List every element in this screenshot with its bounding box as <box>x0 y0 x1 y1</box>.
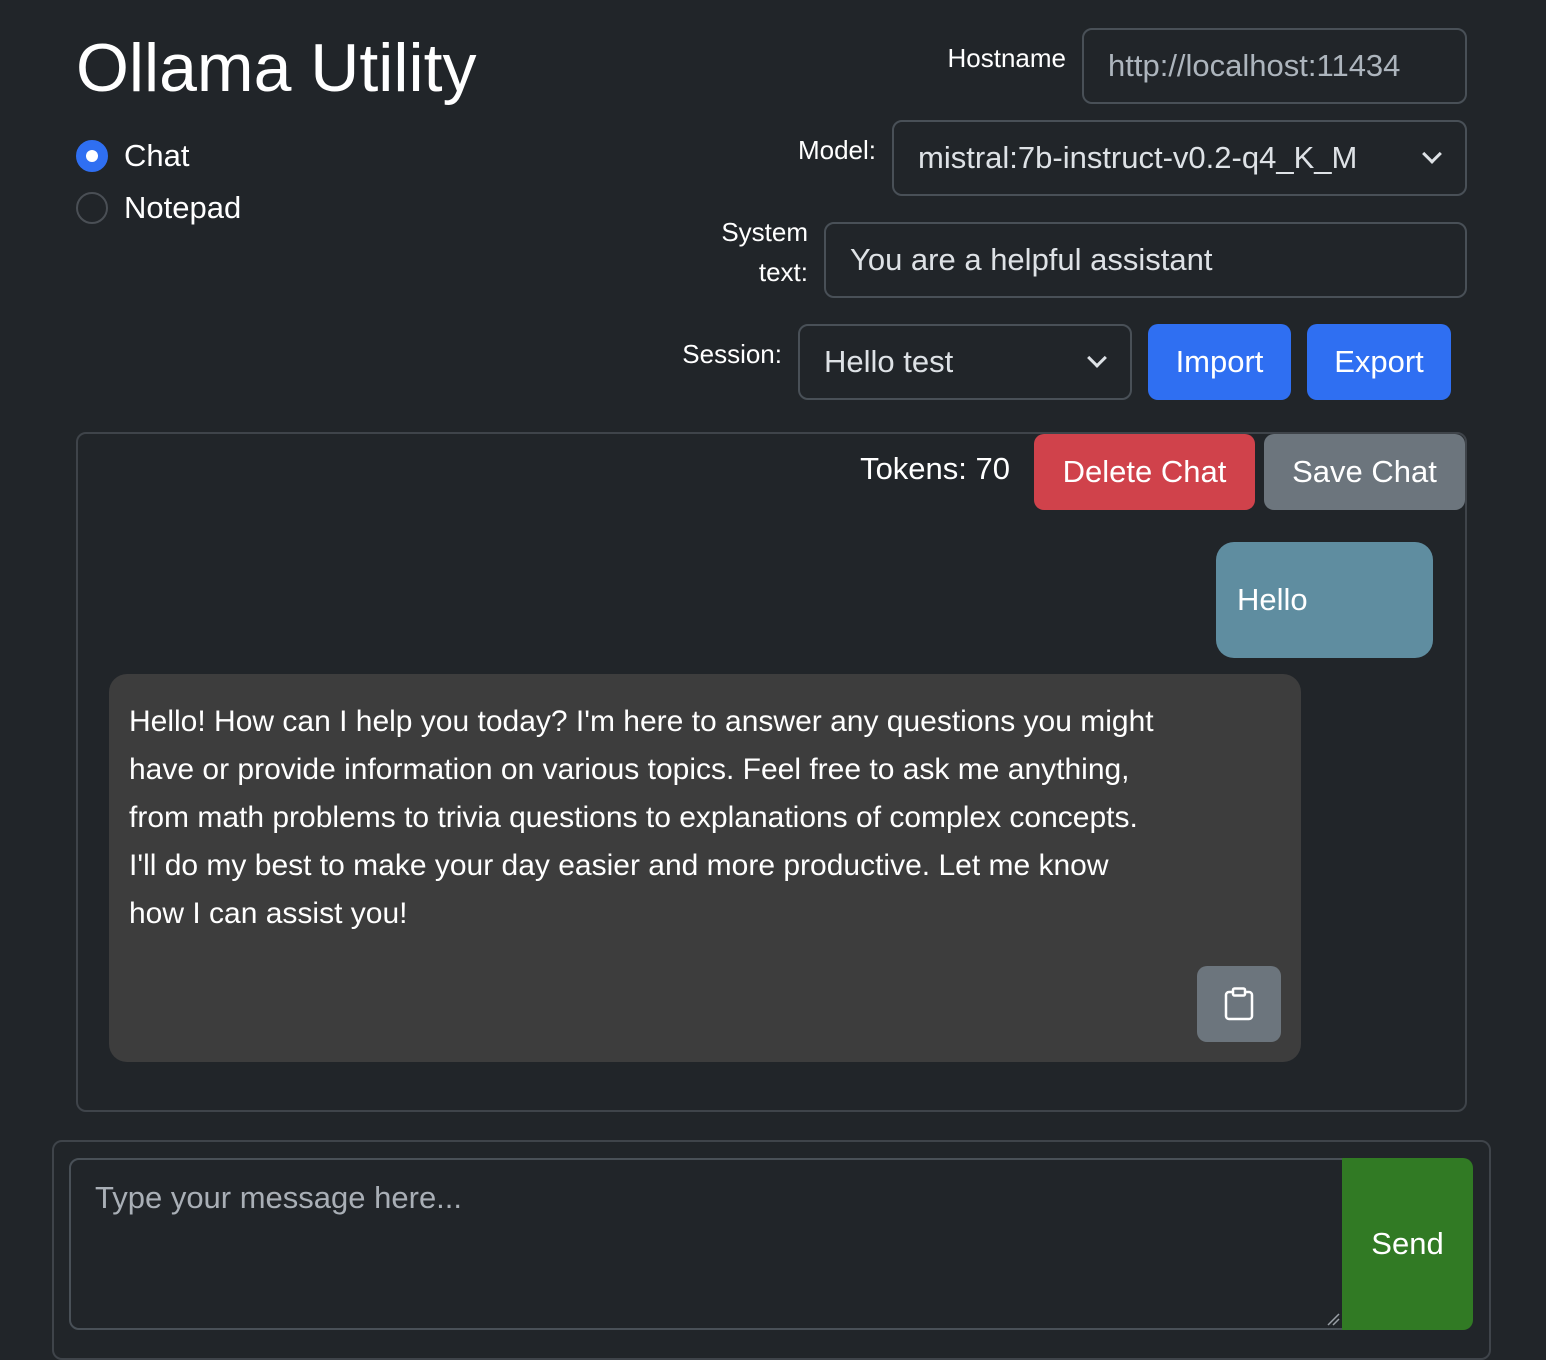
notepad-radio-label: Notepad <box>124 190 242 225</box>
token-count: Tokens: 70 <box>860 451 1010 486</box>
mode-option-chat[interactable]: Chat <box>76 130 241 182</box>
system-text-label-line1: System <box>721 217 808 247</box>
export-button[interactable]: Export <box>1307 324 1451 400</box>
chevron-down-icon <box>1422 144 1442 164</box>
assistant-message: Hello! How can I help you today? I'm her… <box>109 674 1301 1062</box>
session-label: Session: <box>682 339 782 369</box>
clipboard-icon <box>1224 987 1254 1021</box>
chevron-down-icon <box>1087 348 1107 368</box>
app-title: Ollama Utility <box>76 30 477 106</box>
system-text-label: System text: <box>680 212 808 292</box>
copy-button[interactable] <box>1197 966 1281 1042</box>
chat-radio[interactable] <box>76 140 108 172</box>
mode-radio-group: Chat Notepad <box>76 130 241 234</box>
session-select-value: Hello test <box>824 344 954 379</box>
model-select[interactable]: mistral:7b-instruct-v0.2-q4_K_M <box>892 120 1467 196</box>
import-button[interactable]: Import <box>1148 324 1291 400</box>
hostname-input[interactable]: http://localhost:11434 <box>1082 28 1467 104</box>
hostname-label: Hostname <box>947 43 1067 73</box>
system-text-input[interactable]: You are a helpful assistant <box>824 222 1467 298</box>
session-select[interactable]: Hello test <box>798 324 1132 400</box>
system-text-label-line2: text: <box>758 257 808 287</box>
model-select-value: mistral:7b-instruct-v0.2-q4_K_M <box>918 140 1358 175</box>
notepad-radio[interactable] <box>76 192 108 224</box>
send-button[interactable]: Send <box>1342 1158 1473 1330</box>
resize-grip-icon[interactable] <box>1326 1312 1340 1326</box>
save-chat-button[interactable]: Save Chat <box>1264 434 1465 510</box>
mode-option-notepad[interactable]: Notepad <box>76 182 241 234</box>
model-label: Model: <box>797 135 876 165</box>
user-message: Hello <box>1216 542 1433 658</box>
delete-chat-button[interactable]: Delete Chat <box>1034 434 1255 510</box>
chat-radio-label: Chat <box>124 138 190 173</box>
assistant-message-text: Hello! How can I help you today? I'm her… <box>129 705 1154 930</box>
message-input[interactable] <box>69 1158 1345 1330</box>
user-message-text: Hello <box>1237 582 1308 617</box>
